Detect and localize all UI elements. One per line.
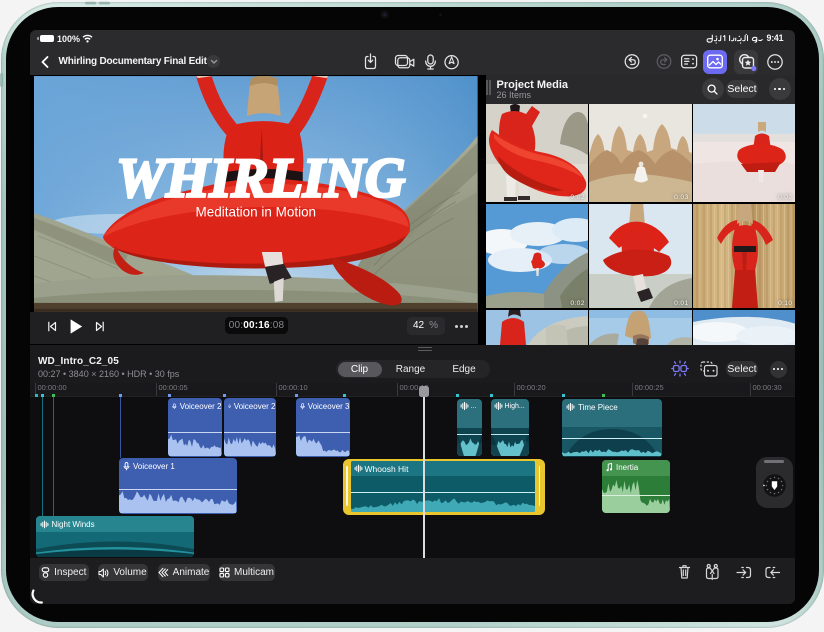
svg-text:Meditation in Motion: Meditation in Motion	[196, 204, 317, 219]
svg-text:WHIRLING: WHIRLING	[116, 147, 405, 209]
